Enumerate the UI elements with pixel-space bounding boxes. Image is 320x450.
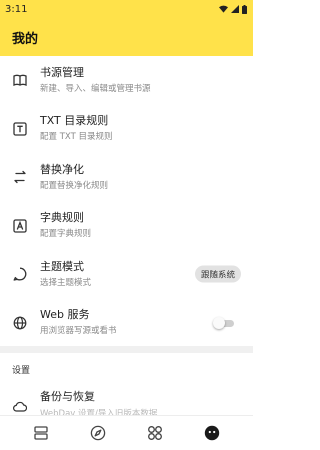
row-subtitle: 配置替换净化规则	[40, 180, 109, 191]
row-title: 字典规则	[40, 211, 84, 225]
row-text: 字典规则 配置字典规则	[40, 210, 253, 241]
battery-icon	[242, 4, 247, 14]
status-time: 3:11	[5, 3, 28, 15]
wifi-icon	[219, 5, 228, 13]
my-icon	[205, 425, 220, 441]
theme-mode-chip[interactable]: 跟随系统	[194, 265, 241, 283]
rss-icon	[148, 426, 163, 440]
row-title: 替换净化	[40, 162, 84, 176]
nav-bookshelf[interactable]	[27, 419, 55, 447]
section-divider	[0, 346, 253, 353]
bottom-nav	[0, 415, 253, 450]
txt-icon	[0, 105, 40, 154]
toggle-thumb	[213, 316, 225, 329]
swap-icon	[0, 153, 40, 202]
dictionary-rule-item[interactable]: 字典规则 配置字典规则	[0, 202, 253, 251]
replace-rule-item[interactable]: 替换净化 配置替换净化规则	[0, 153, 253, 202]
app-bar: 我的	[0, 18, 253, 56]
row-text: 替换净化 配置替换净化规则	[40, 162, 253, 193]
row-title: 备份与恢复	[40, 390, 95, 403]
theme-icon	[0, 250, 40, 299]
dictionary-icon	[0, 202, 40, 251]
row-subtitle: 配置字典规则	[40, 229, 92, 240]
bookshelf-icon	[33, 426, 48, 440]
page-title: 我的	[12, 31, 39, 47]
row-subtitle: 配置 TXT 目录规则	[40, 132, 113, 143]
book-icon	[0, 56, 40, 105]
row-subtitle: 新建、导入、编辑或管理书源	[40, 83, 151, 94]
book-source-item[interactable]: 书源管理 新建、导入、编辑或管理书源	[0, 56, 253, 105]
nav-my[interactable]	[198, 419, 226, 447]
row-text: TXT 目录规则 配置 TXT 目录规则	[40, 113, 253, 144]
status-icons	[219, 4, 247, 14]
nav-rss[interactable]	[141, 419, 169, 447]
row-title: 书源管理	[40, 65, 84, 79]
signal-icon	[231, 5, 239, 13]
status-bar: 3:11	[0, 0, 253, 18]
row-title: TXT 目录规则	[40, 114, 109, 128]
settings-list: 书源管理 新建、导入、编辑或管理书源 TXT 目录规则 配置 TXT 目录规则 …	[0, 56, 253, 347]
web-service-item[interactable]: Web 服务 用浏览器写源或看书	[0, 299, 253, 348]
web-service-toggle[interactable]	[213, 316, 235, 329]
explore-icon	[90, 425, 106, 441]
section-header: 设置	[12, 366, 31, 376]
row-text: 书源管理 新建、导入、编辑或管理书源	[40, 65, 253, 96]
txt-toc-rule-item[interactable]: TXT 目录规则 配置 TXT 目录规则	[0, 105, 253, 154]
globe-icon	[0, 299, 40, 348]
theme-mode-item[interactable]: 主题模式 选择主题模式 跟随系统	[0, 250, 253, 299]
nav-explore[interactable]	[84, 419, 112, 447]
